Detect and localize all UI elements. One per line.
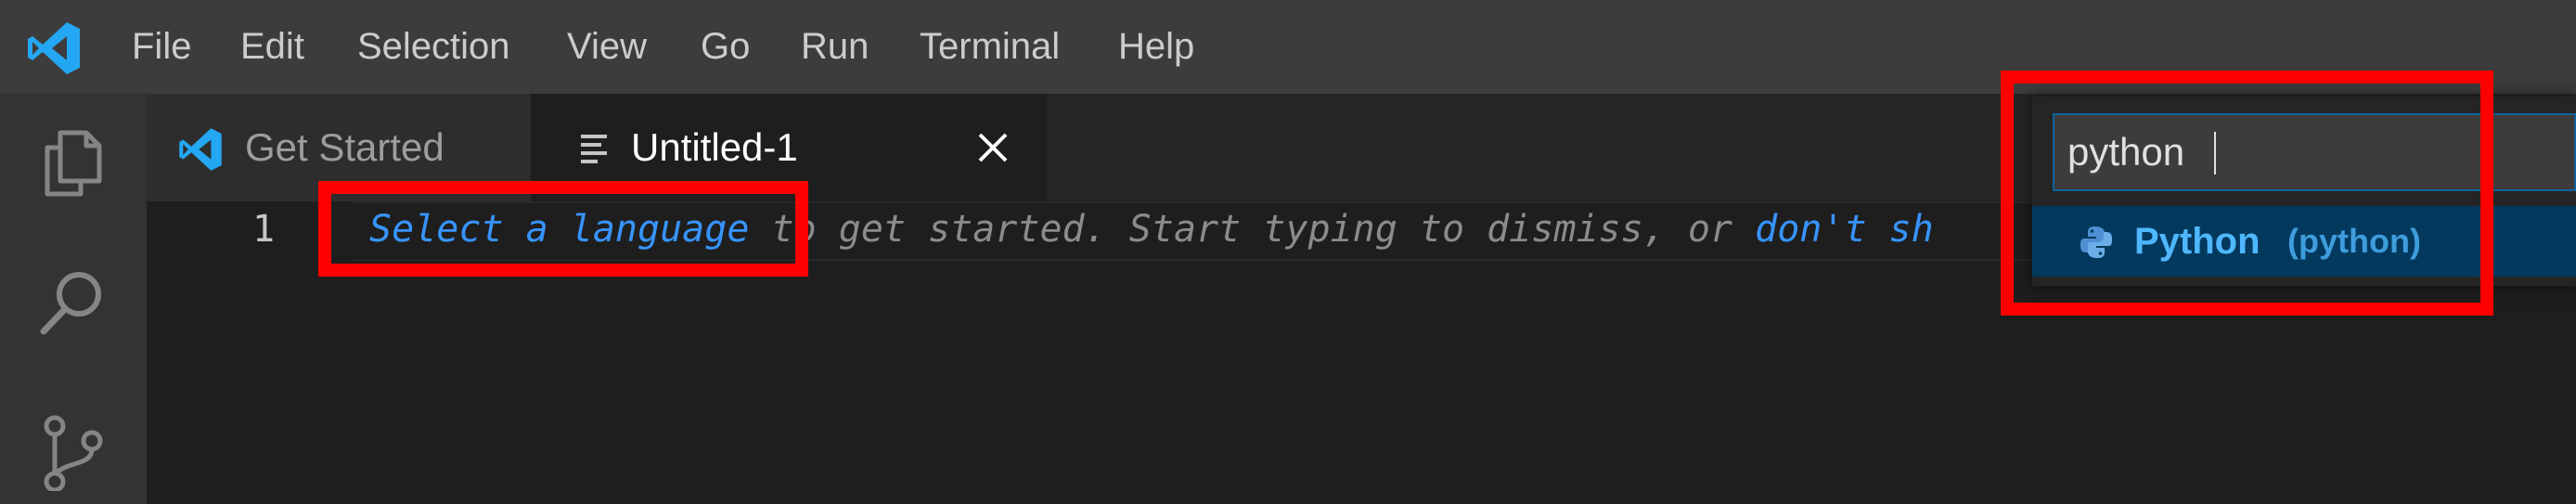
close-icon[interactable] xyxy=(974,129,1011,166)
activity-bar xyxy=(0,94,147,504)
dont-show-link[interactable]: don't sh xyxy=(1755,208,1934,251)
quick-pick-item-python[interactable]: Python (python) xyxy=(2032,206,2576,277)
tab-label: Get Started xyxy=(245,125,444,169)
quick-pick-item-label: Python xyxy=(2134,221,2260,262)
tab-untitled-1[interactable]: Untitled-1 xyxy=(531,94,1046,201)
explorer-icon[interactable] xyxy=(32,120,114,201)
vscode-logo-icon[interactable] xyxy=(24,19,84,78)
text-cursor xyxy=(2214,132,2216,174)
line-number: 1 xyxy=(252,208,276,251)
search-icon[interactable] xyxy=(32,261,114,342)
python-icon xyxy=(2080,226,2112,258)
select-language-link[interactable]: Select a language xyxy=(369,208,749,251)
quick-pick-item-description: (python) xyxy=(2287,222,2421,260)
menu-view[interactable]: View xyxy=(567,0,647,94)
tab-get-started[interactable]: Get Started xyxy=(147,94,531,201)
language-search-value: python xyxy=(2067,130,2185,174)
menu-help[interactable]: Help xyxy=(1118,0,1194,94)
menu-run[interactable]: Run xyxy=(801,0,869,94)
vscode-logo-icon xyxy=(179,128,222,171)
language-search-input[interactable]: python xyxy=(2053,113,2576,191)
tab-label: Untitled-1 xyxy=(631,125,798,169)
menu-selection[interactable]: Selection xyxy=(357,0,510,94)
menu-edit[interactable]: Edit xyxy=(240,0,304,94)
vscode-window: File Edit Selection View Go Run Terminal… xyxy=(0,0,2576,504)
menu-go[interactable]: Go xyxy=(701,0,750,94)
menu-file[interactable]: File xyxy=(132,0,191,94)
source-control-icon[interactable] xyxy=(32,409,114,491)
editor-hint: Select a language to get started. Start … xyxy=(369,201,1934,257)
hint-text: to get started. Start typing to dismiss,… xyxy=(749,208,1756,251)
language-quick-pick: python Python (python) xyxy=(2032,97,2576,286)
menu-terminal[interactable]: Terminal xyxy=(920,0,1060,94)
text-file-icon xyxy=(581,135,607,163)
menu-bar: File Edit Selection View Go Run Terminal… xyxy=(0,0,2576,94)
